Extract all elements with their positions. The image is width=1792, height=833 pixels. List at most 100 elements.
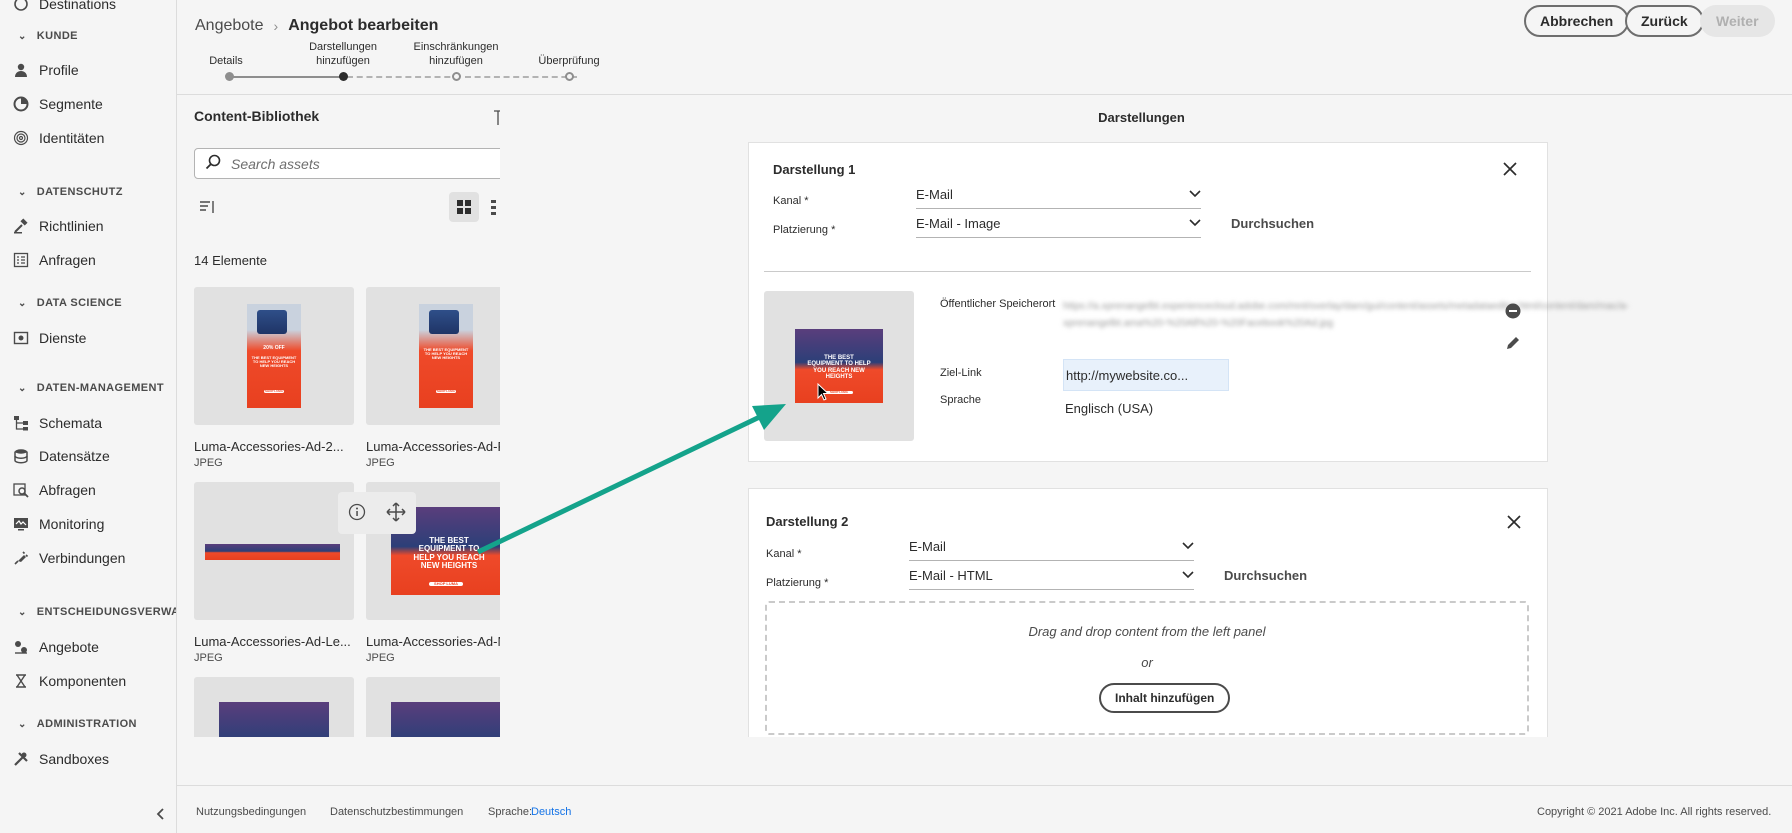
mouse-cursor-icon [817, 383, 830, 401]
platzierung-label: Platzierung * [773, 224, 836, 236]
representation-title: Darstellung 1 [773, 162, 856, 177]
copyright: Copyright © 2021 Adobe Inc. All rights r… [1537, 806, 1772, 818]
target-link-input[interactable]: http://mywebsite.co... [1063, 359, 1229, 391]
browse-button[interactable]: Durchsuchen [1224, 568, 1307, 583]
language-link[interactable]: Deutsch [531, 806, 571, 818]
remove-icon[interactable] [1505, 303, 1521, 322]
representation-2-panel: Darstellung 2 Kanal * E-Mail Platzierung… [748, 488, 1548, 737]
content-library-panel: Content-Bibliothek 14 Elemente 20% OFF T… [177, 95, 500, 737]
sidebar-item-label: Profile [39, 62, 79, 78]
next-button[interactable]: Weiter [1700, 5, 1775, 37]
sidebar-item-anfragen[interactable]: Anfragen [12, 248, 96, 272]
mat-roll [257, 310, 287, 334]
privacy-link[interactable]: Datenschutzbestimmungen [330, 806, 463, 818]
section-administration[interactable]: ⌄ ADMINISTRATION [18, 718, 137, 730]
platzierung-select[interactable]: E-Mail - HTML [909, 562, 1194, 590]
select-value: E-Mail - Image [916, 216, 1001, 231]
step-representations-dot[interactable] [339, 72, 348, 81]
public-location-label: Öffentlicher Speicherort [940, 298, 1056, 310]
platzierung-label: Platzierung * [766, 577, 829, 589]
asset-card[interactable]: 20% OFF THE BEST EQUIPMENT TO HELP YOU R… [194, 287, 354, 469]
section-entscheidungsverwaltung[interactable]: ⌄ ENTSCHEIDUNGSVERWALT [18, 606, 176, 618]
sidebar-item-label: Monitoring [39, 516, 105, 532]
search-input[interactable] [231, 155, 481, 172]
sidebar-item-profile[interactable]: Profile [12, 58, 79, 82]
step-review-dot[interactable] [565, 72, 574, 81]
sidebar-item-richtlinien[interactable]: Richtlinien [12, 214, 104, 238]
back-button[interactable]: Zurück [1625, 5, 1704, 37]
sidebar-item-label: Anfragen [39, 252, 96, 268]
sidebar-item-monitoring[interactable]: Monitoring [12, 512, 104, 536]
collapse-sidebar-chevron-icon[interactable] [153, 806, 169, 822]
step-connector [465, 76, 577, 78]
mat-roll [429, 310, 459, 334]
page-header: Angebote › Angebot bearbeiten Details Da… [177, 0, 1792, 95]
select-value: E-Mail [916, 187, 953, 202]
section-kunde[interactable]: ⌄ KUNDE [18, 30, 78, 42]
close-icon[interactable] [1506, 514, 1522, 530]
section-label: ADMINISTRATION [36, 718, 137, 730]
chevron-down-icon: ⌄ [18, 297, 27, 309]
list-view-icon[interactable] [491, 198, 500, 216]
sidebar-item-abfragen[interactable]: Abfragen [12, 478, 96, 502]
sidebar-item-label: Verbindungen [39, 550, 126, 566]
content-dropzone[interactable]: Drag and drop content from the left pane… [765, 601, 1529, 735]
sidebar-item-dienste[interactable]: Dienste [12, 326, 86, 350]
sidebar-item-sandboxes[interactable]: Sandboxes [12, 747, 109, 771]
platzierung-select[interactable]: E-Mail - Image [916, 210, 1201, 238]
asset-thumbnail [194, 677, 354, 737]
ad-cta: SHOP LUMA [436, 389, 456, 394]
section-title: Darstellungen [1098, 110, 1185, 125]
asset-card[interactable] [366, 677, 500, 737]
browse-button[interactable]: Durchsuchen [1231, 216, 1314, 231]
sidebar-item-label: Sandboxes [39, 751, 110, 767]
grid-view-icon[interactable] [449, 192, 479, 222]
close-icon[interactable] [1502, 161, 1518, 177]
add-content-button[interactable]: Inhalt hinzufügen [1099, 683, 1231, 713]
section-label: KUNDE [36, 30, 78, 42]
asset-card[interactable]: THE BEST EQUIPMENT TO HELP YOU REACH NEW… [366, 287, 500, 469]
fingerprint-icon [12, 129, 30, 147]
step-details-dot[interactable] [225, 72, 234, 81]
section-daten-management[interactable]: ⌄ DATEN-MANAGEMENT [18, 382, 164, 394]
section-label: DATENSCHUTZ [36, 186, 123, 198]
terms-link[interactable]: Nutzungsbedingungen [196, 806, 306, 818]
user-icon [12, 61, 30, 79]
sidebar-item-destinations[interactable]: Destinations [12, 0, 116, 16]
asset-name: Luma-Accessories-Ad-M... [366, 634, 500, 649]
asset-card[interactable]: Luma-Accessories-Ad-Le... JPEG [194, 482, 354, 664]
move-icon[interactable] [386, 501, 406, 525]
step-constraints-label[interactable]: Einschränkungen hinzufügen [401, 40, 511, 68]
sidebar-item-angebote[interactable]: Angebote [12, 635, 99, 659]
kanal-select[interactable]: E-Mail [916, 181, 1201, 209]
asset-name: Luma-Accessories-Ad-2... [194, 439, 344, 454]
ad-headline: THE BEST EQUIPMENT TO HELP YOU REACH NEW… [413, 536, 485, 571]
edit-pencil-icon[interactable] [1505, 335, 1521, 354]
sidebar-item-datensaetze[interactable]: Datensätze [12, 444, 110, 468]
step-review-label[interactable]: Überprüfung [514, 54, 624, 68]
breadcrumb-parent[interactable]: Angebote [195, 17, 264, 35]
section-datenschutz[interactable]: ⌄ DATENSCHUTZ [18, 186, 123, 198]
sidebar-item-label: Identitäten [39, 130, 105, 146]
step-details-label[interactable]: Details [171, 54, 281, 68]
step-representations-label[interactable]: Darstellungen hinzufügen [288, 40, 398, 68]
cancel-button[interactable]: Abbrechen [1524, 5, 1630, 37]
select-value: E-Mail [909, 539, 946, 554]
sidebar-item-komponenten[interactable]: Komponenten [12, 669, 126, 693]
sidebar-item-label: Schemata [39, 415, 103, 431]
sidebar-item-label: Dienste [39, 330, 87, 346]
item-count: 14 Elemente [194, 253, 267, 268]
step-constraints-dot[interactable] [452, 72, 461, 81]
sidebar-item-identitaeten[interactable]: Identitäten [12, 126, 104, 150]
sidebar-item-schemata[interactable]: Schemata [12, 411, 102, 435]
section-data-science[interactable]: ⌄ DATA SCIENCE [18, 297, 122, 309]
divider [764, 271, 1531, 272]
asset-card[interactable] [194, 677, 354, 737]
kanal-select[interactable]: E-Mail [909, 533, 1194, 561]
sidebar-item-verbindungen[interactable]: Verbindungen [12, 546, 125, 570]
info-icon[interactable] [348, 503, 366, 524]
card-actions [338, 492, 416, 534]
step-connector [347, 76, 460, 78]
sort-icon[interactable] [199, 200, 217, 214]
sidebar-item-segmente[interactable]: Segmente [12, 92, 103, 116]
